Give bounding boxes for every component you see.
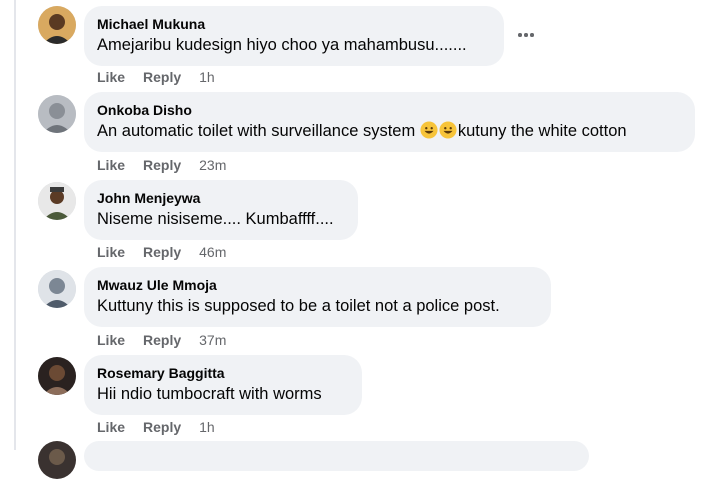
comment-timestamp[interactable]: 1h	[199, 419, 215, 435]
user-avatar-icon[interactable]	[38, 182, 76, 220]
grinning-face-emoji	[439, 121, 457, 139]
reply-button[interactable]: Reply	[143, 332, 181, 348]
comment-bubble: Mwauz Ule Mmoja Kuttuny this is supposed…	[84, 267, 551, 327]
like-button[interactable]: Like	[97, 419, 125, 435]
reply-button[interactable]: Reply	[143, 69, 181, 85]
comment-bubble: Rosemary Baggitta Hii ndio tumbocraft wi…	[84, 355, 362, 415]
comment-timestamp[interactable]: 1h	[199, 69, 215, 85]
thread-line	[14, 0, 16, 450]
more-options-icon[interactable]	[512, 24, 540, 46]
like-button[interactable]: Like	[97, 69, 125, 85]
comment-bubble	[84, 441, 589, 471]
comment-text: Hii ndio tumbocraft with worms	[97, 385, 322, 403]
comment-timestamp[interactable]: 46m	[199, 244, 226, 260]
comment-text: Kuttuny this is supposed to be a toilet …	[97, 297, 500, 315]
comment-actions: Like Reply 37m	[97, 331, 226, 349]
user-avatar-icon[interactable]	[38, 357, 76, 395]
comment-actions: Like Reply 1h	[97, 68, 215, 86]
comment-bubble: Michael Mukuna Amejaribu kudesign hiyo c…	[84, 6, 504, 66]
comment-timestamp[interactable]: 37m	[199, 332, 226, 348]
comment-actions: Like Reply 1h	[97, 418, 215, 436]
reply-button[interactable]: Reply	[143, 419, 181, 435]
comment-author[interactable]: Onkoba Disho	[97, 101, 682, 119]
grinning-face-emoji	[420, 121, 438, 139]
comment-author[interactable]: Rosemary Baggitta	[97, 364, 349, 382]
like-button[interactable]: Like	[97, 332, 125, 348]
reply-button[interactable]: Reply	[143, 244, 181, 260]
comment-author[interactable]: John Menjeywa	[97, 189, 345, 207]
comment-bubble: Onkoba Disho An automatic toilet with su…	[84, 92, 695, 152]
user-avatar-icon[interactable]	[38, 6, 76, 44]
comment-actions: Like Reply 46m	[97, 243, 226, 261]
user-avatar-icon[interactable]	[38, 95, 76, 133]
comment-text: Niseme nisiseme.... Kumbaffff....	[97, 210, 334, 228]
comment-text: An automatic toilet with surveillance sy…	[97, 120, 682, 142]
comment-actions: Like Reply 23m	[97, 156, 226, 174]
comment-bubble: John Menjeywa Niseme nisiseme.... Kumbaf…	[84, 180, 358, 240]
reply-button[interactable]: Reply	[143, 157, 181, 173]
comment-author[interactable]: Mwauz Ule Mmoja	[97, 276, 538, 294]
comment-timestamp[interactable]: 23m	[199, 157, 226, 173]
comment-text-part: kutuny the white cotton	[457, 122, 627, 140]
like-button[interactable]: Like	[97, 244, 125, 260]
comment-text-part: An automatic toilet with surveillance sy…	[97, 122, 420, 140]
user-avatar-icon[interactable]	[38, 270, 76, 308]
comment-author[interactable]: Michael Mukuna	[97, 15, 491, 33]
user-avatar-icon[interactable]	[38, 441, 76, 479]
comment-text: Amejaribu kudesign hiyo choo ya mahambus…	[97, 36, 467, 54]
like-button[interactable]: Like	[97, 157, 125, 173]
